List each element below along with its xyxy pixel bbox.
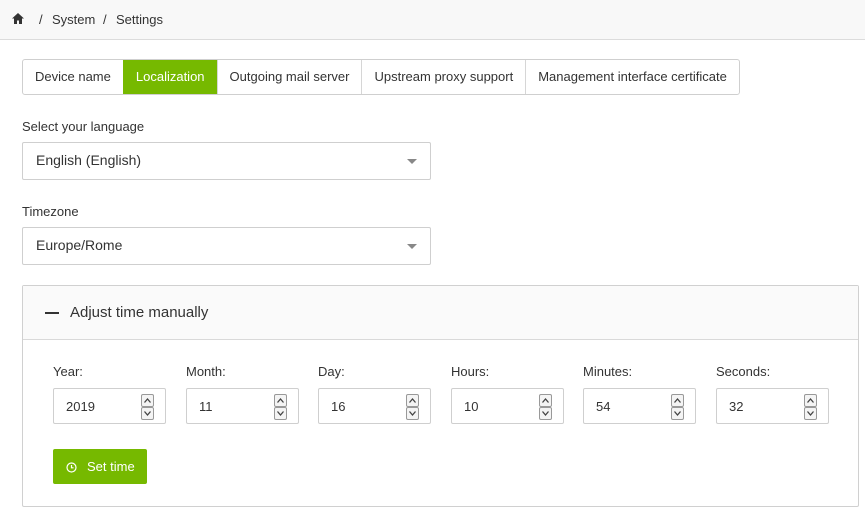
month-label: Month: xyxy=(186,364,226,379)
tab-management-interface-certificate[interactable]: Management interface certificate xyxy=(525,60,739,94)
increment-icon[interactable] xyxy=(804,394,817,407)
day-value: 16 xyxy=(331,399,346,414)
timezone-label: Timezone xyxy=(22,204,79,219)
decrement-icon[interactable] xyxy=(406,407,419,420)
hours-spinner xyxy=(539,394,552,420)
breadcrumb-separator: / xyxy=(103,12,107,27)
caret-down-icon xyxy=(407,159,417,164)
decrement-icon[interactable] xyxy=(671,407,684,420)
decrement-icon[interactable] xyxy=(274,407,287,420)
seconds-label: Seconds: xyxy=(716,364,771,379)
tab-outgoing-mail-server[interactable]: Outgoing mail server xyxy=(216,60,362,94)
decrement-icon[interactable] xyxy=(539,407,552,420)
tab-localization[interactable]: Localization xyxy=(122,60,217,94)
minus-icon xyxy=(45,312,59,314)
decrement-icon[interactable] xyxy=(141,407,154,420)
set-time-button[interactable]: Set time xyxy=(53,449,147,484)
month-value: 11 xyxy=(199,399,213,414)
month-input[interactable]: 11 xyxy=(186,388,299,424)
tab-upstream-proxy-support[interactable]: Upstream proxy support xyxy=(361,60,525,94)
hours-input[interactable]: 10 xyxy=(451,388,564,424)
hours-value: 10 xyxy=(464,399,479,414)
seconds-spinner xyxy=(804,394,817,420)
year-label: Year: xyxy=(53,364,83,379)
set-time-button-label: Set time xyxy=(87,459,135,474)
day-label: Day: xyxy=(318,364,345,379)
language-select[interactable]: English (English) xyxy=(22,142,431,180)
year-value: 2019 xyxy=(66,399,95,414)
minutes-input[interactable]: 54 xyxy=(583,388,696,424)
settings-tabs: Device name Localization Outgoing mail s… xyxy=(22,59,740,95)
day-spinner xyxy=(406,394,419,420)
adjust-time-panel-title: Adjust time manually xyxy=(70,304,209,321)
month-spinner xyxy=(274,394,287,420)
increment-icon[interactable] xyxy=(539,394,552,407)
caret-down-icon xyxy=(407,244,417,249)
increment-icon[interactable] xyxy=(671,394,684,407)
year-spinner xyxy=(141,394,154,420)
adjust-time-panel: Adjust time manually Year: 2019 Month: 1… xyxy=(22,285,859,507)
seconds-input[interactable]: 32 xyxy=(716,388,829,424)
home-icon[interactable] xyxy=(11,12,25,25)
breadcrumb-bar: / System / Settings xyxy=(0,0,865,40)
increment-icon[interactable] xyxy=(406,394,419,407)
clock-icon xyxy=(66,461,77,473)
language-label: Select your language xyxy=(22,119,145,134)
year-input[interactable]: 2019 xyxy=(53,388,166,424)
breadcrumb-separator: / xyxy=(39,12,43,27)
timezone-select-value: Europe/Rome xyxy=(36,237,123,253)
language-select-value: English (English) xyxy=(36,152,142,168)
seconds-value: 32 xyxy=(729,399,744,414)
tab-device-name[interactable]: Device name xyxy=(23,60,123,94)
hours-label: Hours: xyxy=(451,364,490,379)
decrement-icon[interactable] xyxy=(804,407,817,420)
breadcrumb-settings: Settings xyxy=(116,12,163,27)
timezone-select[interactable]: Europe/Rome xyxy=(22,227,431,265)
increment-icon[interactable] xyxy=(274,394,287,407)
adjust-time-panel-header[interactable]: Adjust time manually xyxy=(23,286,858,340)
breadcrumb-system[interactable]: System xyxy=(52,12,95,27)
minutes-spinner xyxy=(671,394,684,420)
increment-icon[interactable] xyxy=(141,394,154,407)
day-input[interactable]: 16 xyxy=(318,388,431,424)
minutes-label: Minutes: xyxy=(583,364,633,379)
minutes-value: 54 xyxy=(596,399,611,414)
